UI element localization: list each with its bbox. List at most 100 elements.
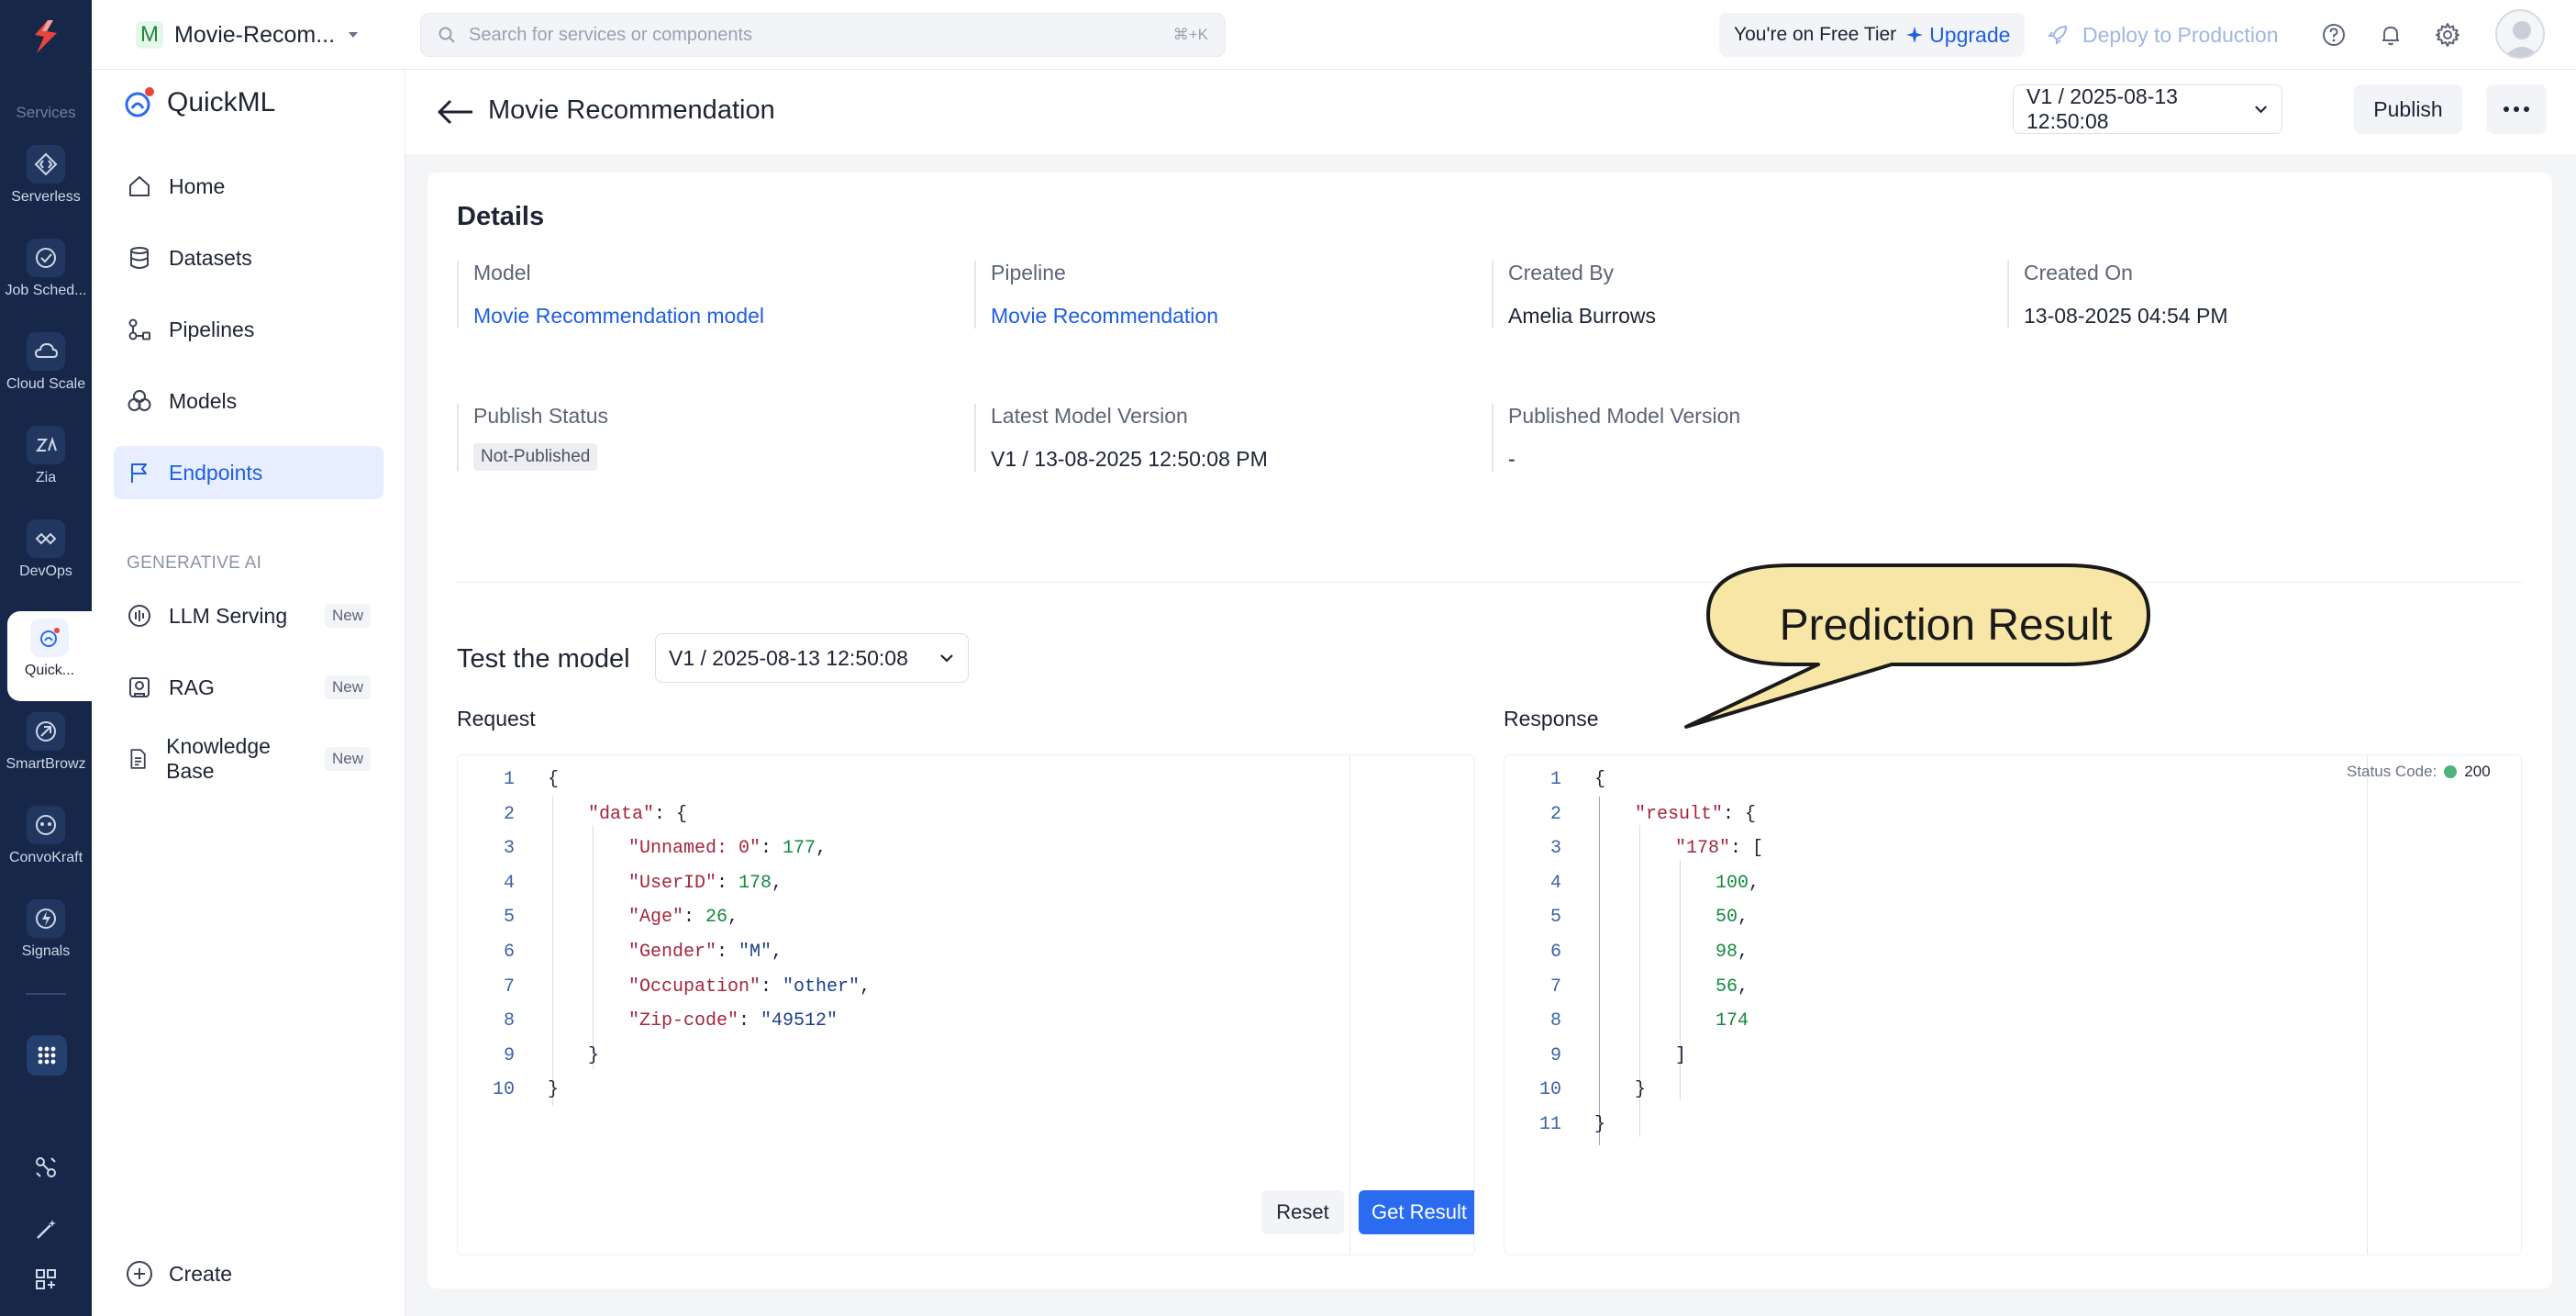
code-token: , — [860, 976, 872, 998]
widgets-icon[interactable] — [0, 1259, 92, 1299]
create-label: Create — [169, 1261, 233, 1286]
magic-wand-icon[interactable] — [0, 1210, 92, 1250]
pipeline-link[interactable]: Movie Recommendation — [991, 304, 1470, 329]
quickml-logo-icon — [125, 87, 154, 117]
field-publish-status: Publish Status Not-Published — [457, 404, 952, 471]
project-name: Movie-Recom... — [174, 21, 336, 48]
rag-icon — [129, 677, 150, 697]
code-token: : — [683, 907, 706, 929]
rail-item-serverless[interactable]: Serverless — [0, 138, 92, 228]
nav-endpoints[interactable]: Endpoints — [114, 446, 383, 499]
rail-item-signals[interactable]: Signals — [0, 892, 92, 982]
caret-down-icon — [349, 32, 359, 38]
user-avatar[interactable] — [2495, 9, 2545, 59]
field-label: Pipeline — [991, 261, 1066, 284]
line-number: 4 — [503, 872, 515, 894]
nav-models[interactable]: Models — [114, 374, 383, 428]
rail-item-smartbrowz[interactable]: SmartBrowz — [0, 705, 92, 795]
deploy-to-production-button[interactable]: Deploy to Production — [2046, 13, 2279, 57]
rail-item-label: DevOps — [19, 563, 72, 579]
code-token: { — [1594, 769, 1606, 790]
line-number: 10 — [1538, 1079, 1561, 1101]
upgrade-link[interactable]: Upgrade — [1905, 23, 2010, 48]
json-key: "Zip-code" — [628, 1010, 739, 1032]
notification-bell-icon[interactable] — [2376, 20, 2405, 50]
json-number: 178 — [738, 872, 772, 894]
code-text: { — [1594, 769, 1605, 790]
more-options-icon[interactable] — [2486, 84, 2547, 134]
apps-grid-icon[interactable] — [27, 1035, 67, 1076]
status-badge: Not-Published — [473, 443, 598, 471]
quickml-sidebar: QuickML Home Datasets Pipelines Models E… — [92, 70, 405, 1316]
search-bar[interactable]: ⌘+K — [420, 13, 1226, 57]
code-token: } — [548, 1079, 560, 1101]
section-label-generative-ai: GENERATIVE AI — [127, 553, 262, 573]
nav-label: RAG — [169, 675, 215, 699]
response-editor[interactable]: Status Code: 200 1{2 "result": {3 "178": [… — [1504, 754, 2522, 1255]
json-number: 174 — [1715, 1010, 1749, 1032]
test-version-select[interactable]: V1 / 2025-08-13 12:50:08 — [655, 633, 969, 683]
upgrade-label: Upgrade — [1929, 22, 2011, 47]
code-line: 9} — [458, 1039, 599, 1073]
rail-item-devops[interactable]: DevOps — [0, 512, 92, 602]
help-icon[interactable] — [2319, 20, 2348, 50]
nav-pipelines[interactable]: Pipelines — [114, 303, 383, 356]
quickml-brand[interactable]: QuickML — [123, 84, 275, 121]
rail-item-quickml[interactable]: Quick... — [7, 611, 92, 701]
reset-button[interactable]: Reset — [1261, 1190, 1344, 1234]
rail-item-zia[interactable]: Zia — [0, 418, 92, 508]
back-arrow-icon[interactable] — [433, 90, 477, 134]
response-label: Response — [1504, 707, 1599, 730]
code-text: "Unnamed: 0": 177, — [628, 838, 827, 859]
nav-datasets[interactable]: Datasets — [114, 231, 383, 284]
code-token: : { — [654, 803, 688, 825]
flag-icon — [131, 463, 147, 483]
search-input[interactable] — [469, 24, 1160, 46]
json-number: 100 — [1715, 872, 1749, 894]
line-number: 11 — [1538, 1114, 1561, 1135]
deploy-label: Deploy to Production — [2082, 22, 2279, 47]
catalyst-logo-icon[interactable] — [26, 17, 66, 57]
publish-button[interactable]: Publish — [2354, 84, 2462, 134]
rail-item-job-scheduling[interactable]: Job Sched... — [0, 231, 92, 321]
rail-item-label: Cloud Scale — [6, 376, 86, 392]
json-key: "Unnamed: 0" — [628, 838, 761, 860]
nav-home[interactable]: Home — [114, 160, 383, 213]
project-switcher[interactable]: M Movie-Recom... — [136, 17, 361, 53]
create-button[interactable]: Create — [125, 1259, 232, 1288]
request-editor[interactable]: Reset Get Result 1{2 "data": {3 "Unnamed: … — [457, 754, 1475, 1255]
code-line: 6 "Gender": "M", — [458, 935, 783, 969]
code-token: , — [1738, 942, 1749, 963]
quickml-icon — [30, 619, 69, 657]
get-result-button[interactable]: Get Result — [1359, 1190, 1474, 1234]
rail-item-convokraft[interactable]: ConvoKraft — [0, 798, 92, 888]
nav-llm-serving[interactable]: LLM Serving New — [114, 589, 383, 642]
field-label: Published Model Version — [1508, 404, 1741, 428]
nav-rag[interactable]: RAG New — [114, 661, 383, 714]
plus-circle-icon — [127, 1261, 152, 1287]
code-token: : — [716, 872, 739, 894]
rail-item-cloud-scale[interactable]: Cloud Scale — [0, 325, 92, 415]
code-line: 7 "Occupation": "other", — [458, 970, 871, 1004]
callout-text: Prediction Result — [1779, 600, 2113, 650]
code-text: } — [588, 1045, 599, 1066]
search-icon — [439, 27, 455, 43]
rocket-icon — [2048, 25, 2068, 45]
json-key: "Occupation" — [628, 976, 761, 998]
version-select[interactable]: V1 / 2025-08-13 12:50:08 — [2013, 84, 2282, 134]
nav-label: Endpoints — [169, 460, 263, 485]
integrations-icon[interactable] — [0, 1147, 92, 1188]
code-token: , — [1738, 976, 1749, 998]
code-token: , — [772, 872, 783, 894]
line-number: 7 — [1549, 976, 1561, 998]
field-label: Created On — [2024, 261, 2133, 284]
settings-gear-icon[interactable] — [2433, 20, 2462, 50]
code-line: 4 100, — [1505, 866, 1760, 900]
model-link[interactable]: Movie Recommendation model — [473, 304, 952, 329]
nav-knowledge-base[interactable]: Knowledge Base New — [114, 732, 383, 786]
convokraft-icon — [27, 806, 65, 844]
status-code-label: Status Code: — [2347, 763, 2437, 780]
line-number: 9 — [503, 1044, 515, 1066]
field-label: Latest Model Version — [991, 404, 1188, 428]
line-number: 2 — [503, 803, 515, 825]
